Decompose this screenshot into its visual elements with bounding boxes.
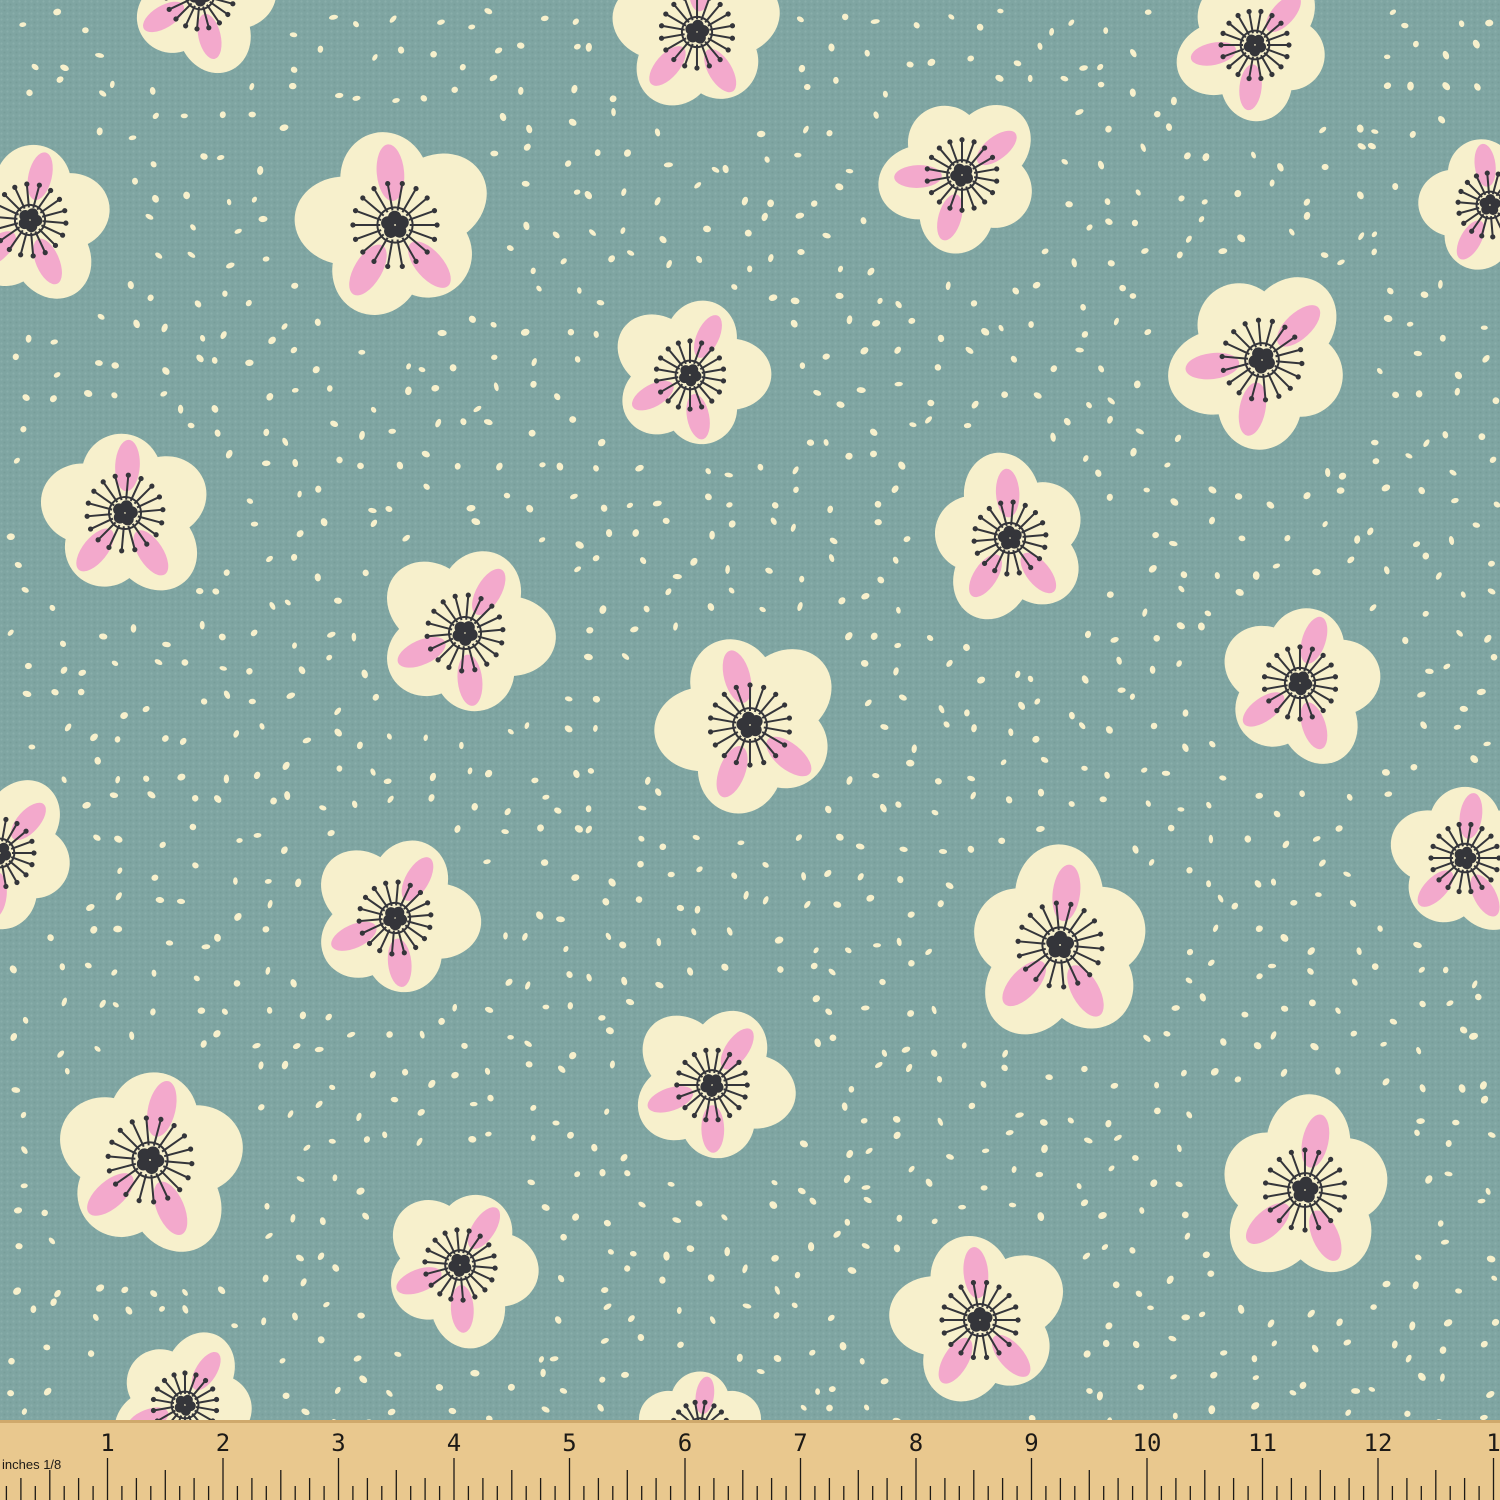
stamen-tip <box>718 1409 724 1415</box>
stamen-tip <box>1488 877 1494 883</box>
dot <box>567 328 575 336</box>
dot <box>1480 325 1488 330</box>
stamen-tip <box>1445 884 1451 890</box>
ruler-number: 7 <box>793 1429 807 1457</box>
stamen-tip <box>1488 833 1494 839</box>
ruler-number: 10 <box>1133 1429 1162 1457</box>
stamen-tip <box>1428 855 1434 861</box>
stamen-tip <box>1494 843 1500 849</box>
stamen-tip <box>683 1403 689 1409</box>
stamen-tip <box>1456 821 1462 828</box>
stamen-tip <box>1468 888 1474 895</box>
ruler-unit-label: inches 1/8 <box>2 1457 61 1472</box>
pistil-lobe <box>1461 846 1473 858</box>
ruler-number: 9 <box>1024 1429 1038 1457</box>
stamen-tip <box>1436 833 1442 839</box>
stamen-tip <box>1479 826 1485 832</box>
dot <box>1172 1412 1178 1420</box>
stamen-tip <box>1479 884 1485 890</box>
ruler-number: 6 <box>678 1429 692 1457</box>
stamen-tip <box>711 1403 717 1409</box>
dot <box>264 1203 270 1210</box>
dot <box>358 349 366 355</box>
ruler-number: 3 <box>331 1429 345 1457</box>
dot <box>82 27 89 34</box>
stamen-tip <box>1456 888 1462 895</box>
stamen-tip <box>692 1399 698 1405</box>
stamen-tip <box>702 1399 708 1405</box>
stamen-tip <box>1430 867 1436 873</box>
ruler-number: 5 <box>562 1429 576 1457</box>
fabric-swatch: 1 2 3 4 5 6 7 8 9 10 11 12 1 inches 1/8 <box>0 0 1500 1500</box>
measuring-ruler: 1 2 3 4 5 6 7 8 9 10 11 12 1 inches 1/8 <box>0 1420 1500 1500</box>
dot <box>113 925 123 933</box>
stamen-tip <box>1436 877 1442 883</box>
floral-fabric-pattern <box>0 0 1500 1420</box>
stamen-tip <box>1430 843 1436 849</box>
dot <box>1407 81 1414 91</box>
ruler-number: 2 <box>216 1429 230 1457</box>
dot <box>233 877 238 885</box>
ruler-number: 12 <box>1364 1429 1393 1457</box>
dot <box>1027 74 1033 83</box>
ruler-number: 11 <box>1248 1429 1277 1457</box>
stamen-tip <box>1494 867 1500 873</box>
stamen-tip <box>1468 821 1474 828</box>
ruler-number: 1 <box>1486 1429 1500 1457</box>
ruler-number: 8 <box>909 1429 923 1457</box>
ruler-number: 1 <box>100 1429 114 1457</box>
stamen-tip <box>1445 826 1451 832</box>
dot <box>1129 293 1137 299</box>
dot <box>1103 27 1109 34</box>
ruler-number: 4 <box>447 1429 461 1457</box>
stamen-tip <box>676 1409 682 1415</box>
